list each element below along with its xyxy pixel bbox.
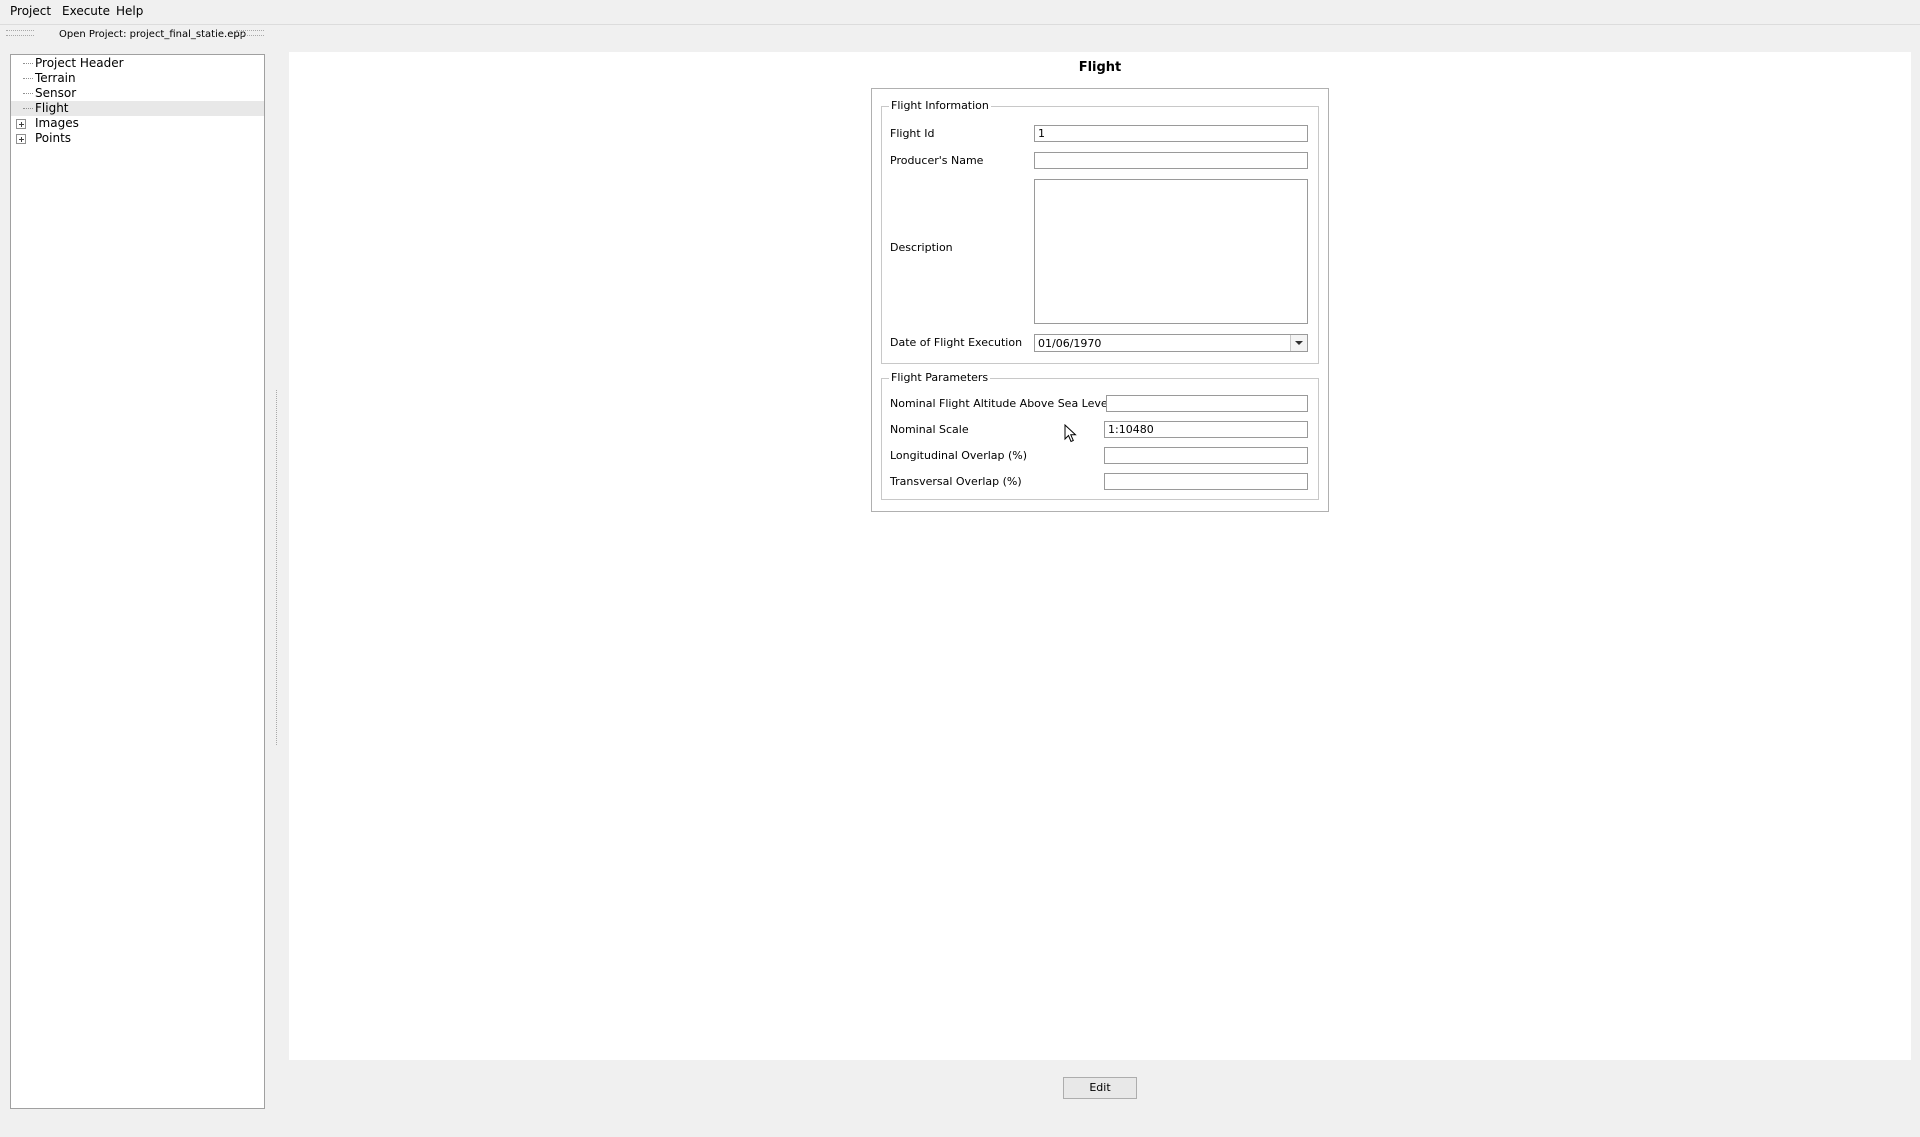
tree-item-label: Terrain [35,71,76,85]
tree-branch-line [23,63,33,64]
tree-item-label: Sensor [35,86,77,100]
tree-item-label: Project Header [35,56,124,70]
toolbar-grip-right[interactable] [236,30,264,36]
open-project-label: Open Project: project_final_statie.epp [59,29,247,40]
content-area: Flight Flight Information Flight Id Prod… [289,52,1911,1060]
group-title: Flight Information [889,99,991,113]
date-value: 01/06/1970 [1038,337,1102,350]
altitude-label: Nominal Flight Altitude Above Sea Level … [890,397,1134,410]
tree-branch-line [23,93,33,94]
flight-id-input[interactable] [1034,125,1308,142]
plus-box-icon[interactable] [16,134,26,144]
chevron-down-icon[interactable] [1290,335,1307,351]
flight-information-group: Flight Information Flight Id Producer's … [881,99,1319,364]
tree-item-points[interactable]: Points [11,131,264,146]
transversal-overlap-input[interactable] [1104,473,1308,490]
tree-branch-line [23,78,33,79]
date-label: Date of Flight Execution [890,336,1023,349]
project-tree: Project Header Terrain Sensor Flight Ima… [10,54,265,1109]
group-title: Flight Parameters [889,371,991,385]
toolbar-grip-left[interactable] [6,30,34,36]
menu-help[interactable]: Help [116,4,143,18]
mouse-pointer-icon [1064,424,1077,443]
tree-item-project-header[interactable]: Project Header [11,56,264,71]
tree-item-label: Images [35,116,79,130]
longitudinal-overlap-label: Longitudinal Overlap (%) [890,449,1028,462]
tree-item-images[interactable]: Images [11,116,264,131]
producer-name-label: Producer's Name [890,154,984,167]
altitude-input[interactable] [1106,395,1308,412]
tree-item-sensor[interactable]: Sensor [11,86,264,101]
toolbar: Open Project: project_final_statie.epp [0,25,1920,45]
flight-form: Flight Information Flight Id Producer's … [871,88,1329,512]
transversal-overlap-label: Transversal Overlap (%) [890,475,1022,488]
nominal-scale-input[interactable] [1104,421,1308,438]
menu-bar: Project Execute Help [0,0,1920,25]
description-textarea[interactable] [1034,179,1308,324]
menu-execute[interactable]: Execute [62,4,110,18]
edit-button[interactable]: Edit [1063,1077,1137,1099]
producer-name-input[interactable] [1034,152,1308,169]
description-label: Description [890,241,953,254]
tree-item-label: Points [35,131,72,145]
panel-splitter[interactable] [276,390,277,745]
flight-id-label: Flight Id [890,127,935,140]
nominal-scale-label: Nominal Scale [890,423,969,436]
tree-branch-line [23,108,33,109]
page-title: Flight [1078,60,1122,75]
flight-parameters-group: Flight Parameters Nominal Flight Altitud… [881,371,1319,500]
longitudinal-overlap-input[interactable] [1104,447,1308,464]
menu-project[interactable]: Project [10,4,51,18]
date-picker[interactable]: 01/06/1970 [1034,334,1308,352]
plus-box-icon[interactable] [16,119,26,129]
tree-item-flight[interactable]: Flight [11,101,264,116]
tree-item-label: Flight [35,101,69,115]
tree-item-terrain[interactable]: Terrain [11,71,264,86]
